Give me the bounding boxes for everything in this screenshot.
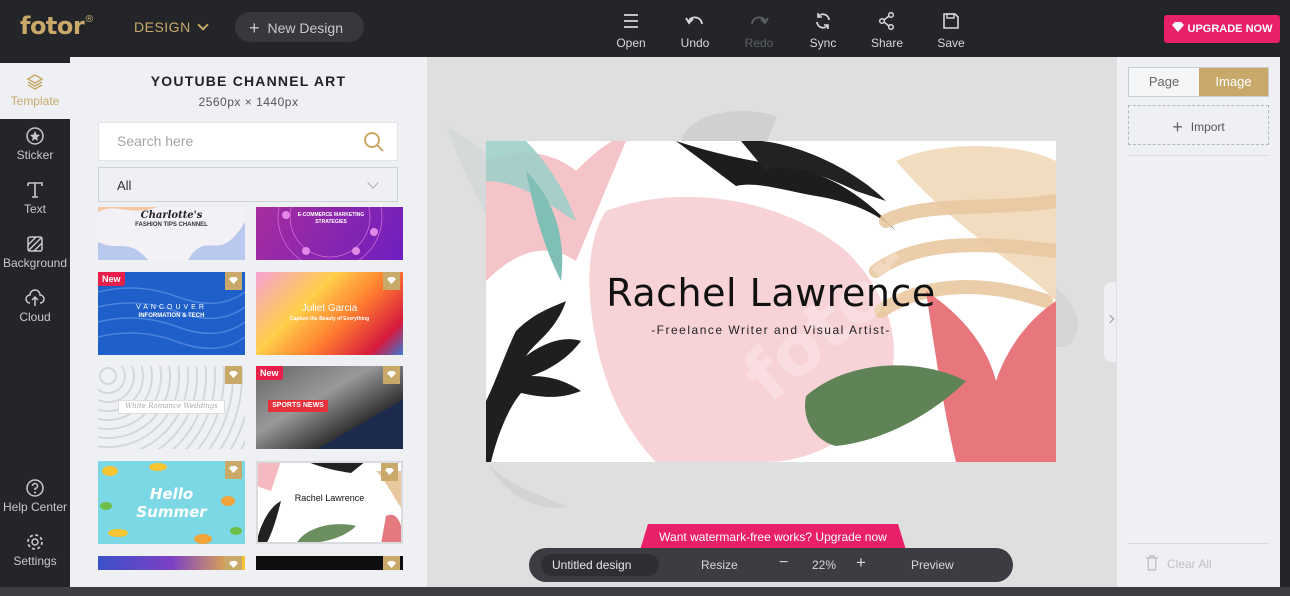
file-name-field[interactable]: Untitled design bbox=[541, 554, 659, 576]
undo-button[interactable]: Undo bbox=[665, 12, 725, 50]
panel-title: YOUTUBE CHANNEL ART bbox=[150, 73, 347, 89]
text-icon bbox=[27, 182, 43, 198]
zoom-level: 22% bbox=[812, 558, 837, 572]
save-icon bbox=[943, 13, 959, 29]
pro-diamond-icon bbox=[383, 366, 400, 384]
help-icon bbox=[26, 479, 44, 497]
window-edge bbox=[0, 587, 1290, 596]
resize-button[interactable]: Resize bbox=[701, 558, 738, 572]
template-thumb-wedding[interactable]: White Romance Weddings bbox=[98, 366, 245, 449]
chevron-right-icon bbox=[1105, 314, 1115, 324]
template-thumb-rachel[interactable]: Rachel Lawrence bbox=[256, 461, 403, 544]
save-button[interactable]: Save bbox=[921, 12, 981, 50]
new-badge: New bbox=[98, 272, 125, 286]
template-grid: Charlotte's FASHION TIPS CHANNEL E-COMME… bbox=[98, 207, 404, 570]
nav-text[interactable]: Text bbox=[0, 181, 70, 216]
panel-dimensions: 2560px × 1440px bbox=[198, 95, 299, 109]
upgrade-now-button[interactable]: UPGRADE NOW bbox=[1164, 15, 1280, 43]
canvas-bottom-bar: Untitled design Resize − 22% + Preview bbox=[529, 548, 1013, 582]
plus-icon: + bbox=[249, 18, 260, 38]
redo-button[interactable]: Redo bbox=[729, 12, 789, 50]
pro-diamond-icon bbox=[383, 556, 400, 570]
template-thumb-fashion[interactable]: Charlotte's FASHION TIPS CHANNEL bbox=[98, 207, 245, 260]
star-circle-icon bbox=[26, 127, 44, 145]
import-button[interactable]: + Import bbox=[1128, 105, 1269, 145]
pro-diamond-icon bbox=[225, 461, 242, 479]
page-image-toggle: Page Image bbox=[1128, 67, 1269, 97]
preview-button[interactable]: Preview bbox=[911, 558, 954, 572]
zoom-in-button[interactable]: + bbox=[856, 553, 866, 573]
chevron-down-icon bbox=[197, 19, 209, 31]
background-icon bbox=[27, 236, 43, 252]
template-panel: YOUTUBE CHANNEL ART 2560px × 1440px All … bbox=[70, 57, 427, 587]
divider bbox=[1128, 543, 1269, 544]
tab-image[interactable]: Image bbox=[1199, 68, 1268, 96]
diamond-icon bbox=[1171, 22, 1184, 32]
search-input[interactable] bbox=[117, 133, 347, 149]
sync-button[interactable]: Sync bbox=[793, 12, 853, 50]
left-navigation: Template Sticker Text Background Cloud H… bbox=[0, 57, 70, 587]
zoom-out-button[interactable]: − bbox=[779, 554, 788, 572]
template-thumb-sports[interactable]: New SPORTS NEWS bbox=[256, 366, 403, 449]
collapse-right-panel-button[interactable] bbox=[1104, 282, 1116, 362]
template-thumb-vancouver[interactable]: New VANCOUVER INFORMATION & TECH bbox=[98, 272, 245, 355]
template-thumb-partial[interactable] bbox=[98, 556, 245, 570]
pro-diamond-icon bbox=[225, 272, 242, 290]
share-icon bbox=[878, 12, 895, 30]
share-button[interactable]: Share bbox=[857, 12, 917, 50]
window-edge bbox=[1280, 57, 1290, 587]
template-search-box bbox=[98, 122, 398, 161]
right-panel: Page Image + Import Clear All bbox=[1116, 57, 1280, 587]
gear-icon bbox=[27, 534, 43, 550]
search-icon[interactable] bbox=[363, 131, 385, 153]
nav-sticker[interactable]: Sticker bbox=[0, 127, 70, 162]
canvas-subtitle-text[interactable]: -Freelance Writer and Visual Artist- bbox=[486, 323, 1056, 337]
category-filter-select[interactable]: All bbox=[98, 167, 398, 202]
canvas-title-text[interactable]: Rachel Lawrence bbox=[486, 271, 1056, 315]
plus-icon: + bbox=[1172, 117, 1183, 137]
template-thumb-juliet[interactable]: Juliet Garcia Capture the Beauty of Ever… bbox=[256, 272, 403, 355]
divider bbox=[1128, 155, 1269, 156]
thumb-label-box: SPORTS NEWS bbox=[268, 400, 328, 412]
nav-settings[interactable]: Settings bbox=[0, 533, 70, 568]
open-button[interactable]: Open bbox=[601, 12, 661, 50]
undo-icon bbox=[685, 16, 703, 25]
fotor-logo[interactable]: fotor® bbox=[20, 12, 94, 40]
new-design-button[interactable]: + New Design bbox=[235, 12, 364, 42]
pro-diamond-icon bbox=[225, 366, 242, 384]
nav-background[interactable]: Background bbox=[0, 235, 70, 270]
nav-template[interactable]: Template bbox=[0, 63, 70, 119]
pro-diamond-icon bbox=[383, 272, 400, 290]
design-canvas[interactable]: fotor Rachel Lawrence -Freelance Writer … bbox=[486, 141, 1056, 462]
chevron-down-icon bbox=[367, 177, 379, 189]
redo-icon bbox=[751, 16, 769, 25]
trash-icon bbox=[1146, 555, 1158, 571]
template-thumb-ecommerce[interactable]: E-COMMERCE MARKETING STRATEGIES bbox=[256, 207, 403, 260]
menu-icon bbox=[624, 14, 638, 28]
new-badge: New bbox=[256, 366, 283, 380]
nav-cloud[interactable]: Cloud bbox=[0, 289, 70, 324]
watermark-upgrade-banner[interactable]: Want watermark-free works? Upgrade now bbox=[640, 524, 906, 550]
cloud-upload-icon bbox=[25, 289, 45, 306]
canvas-workspace: fotor Rachel Lawrence -Freelance Writer … bbox=[427, 57, 1116, 587]
top-toolbar: fotor® DESIGN + New Design Open Undo Redo… bbox=[0, 0, 1290, 57]
layers-icon bbox=[26, 74, 44, 90]
template-thumb-summer[interactable]: Hello Summer bbox=[98, 461, 245, 544]
sync-icon bbox=[816, 13, 830, 29]
template-thumb-partial[interactable] bbox=[256, 556, 403, 570]
tab-page[interactable]: Page bbox=[1129, 68, 1199, 96]
clear-all-button[interactable]: Clear All bbox=[1146, 555, 1212, 571]
pro-diamond-icon bbox=[381, 463, 398, 481]
nav-help-center[interactable]: Help Center bbox=[0, 479, 70, 514]
design-menu-dropdown[interactable]: DESIGN bbox=[134, 19, 209, 35]
pro-diamond-icon bbox=[225, 556, 242, 570]
